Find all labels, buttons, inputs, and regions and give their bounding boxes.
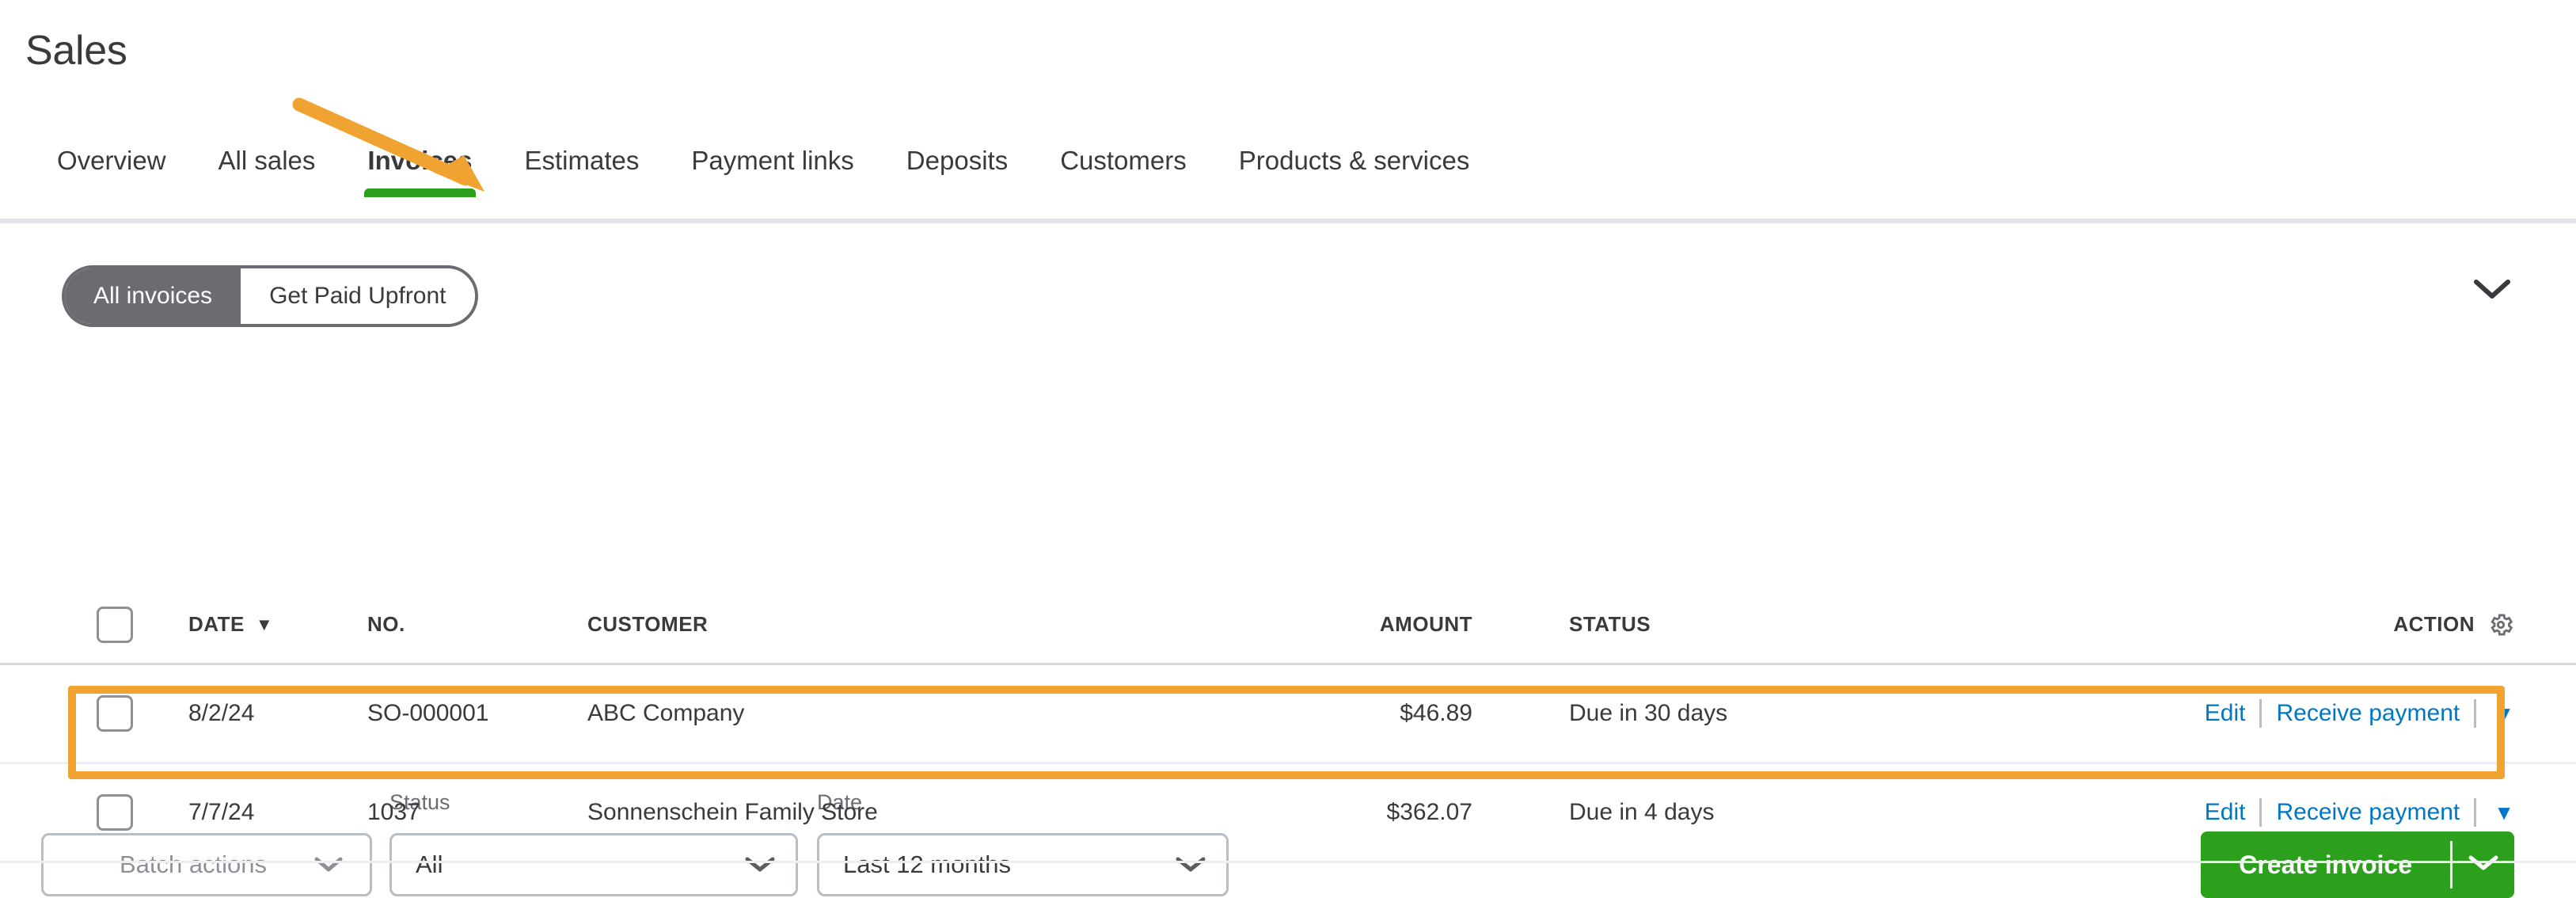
row-customer: ABC Company: [587, 700, 745, 726]
tab-products-services-label: Products & services: [1238, 146, 1470, 175]
column-header-customer[interactable]: CUSTOMER: [587, 612, 708, 637]
tab-payment-links-label: Payment links: [691, 146, 854, 175]
tab-all-sales-label: All sales: [218, 146, 316, 175]
row-actions: Edit Receive payment ▼: [2205, 798, 2514, 827]
tab-overview[interactable]: Overview: [57, 146, 166, 197]
column-header-customer-label: CUSTOMER: [587, 612, 709, 636]
page-title: Sales: [25, 28, 127, 74]
select-all-checkbox-cell: [97, 606, 133, 643]
tab-active-underline: [364, 188, 476, 198]
toggle-get-paid-upfront-label: Get Paid Upfront: [269, 283, 446, 309]
table-row[interactable]: 8/2/24 SO-000001 ABC Company $46.89 Due …: [0, 665, 2576, 764]
sales-tabbar: Overview All sales Invoices Estimates Pa…: [0, 146, 2576, 226]
edit-link[interactable]: Edit: [2205, 700, 2260, 727]
select-all-checkbox[interactable]: [97, 606, 133, 643]
row-actions: Edit Receive payment ▼: [2205, 699, 2514, 728]
toggle-get-paid-upfront[interactable]: Get Paid Upfront: [241, 268, 475, 324]
tab-overview-label: Overview: [57, 146, 166, 175]
row-amount: $362.07: [1386, 799, 1472, 825]
row-status: Due in 30 days: [1569, 700, 1728, 726]
row-action-dropdown-icon[interactable]: ▼: [2476, 802, 2514, 823]
row-date: 8/2/24: [188, 700, 255, 726]
column-header-no[interactable]: NO.: [367, 612, 405, 637]
row-customer: Sonnenschein Family Store: [587, 799, 878, 825]
tab-all-sales[interactable]: All sales: [218, 146, 316, 197]
tab-invoices-label: Invoices: [367, 146, 473, 175]
tab-deposits-label: Deposits: [906, 146, 1009, 175]
column-header-no-label: NO.: [367, 612, 405, 636]
row-status: Due in 4 days: [1569, 799, 1715, 825]
column-header-status-label: STATUS: [1569, 612, 1651, 636]
tab-estimates-label: Estimates: [524, 146, 640, 175]
table-row[interactable]: 7/7/24 1037 Sonnenschein Family Store $3…: [0, 764, 2576, 863]
row-select-checkbox[interactable]: [97, 794, 133, 831]
chevron-down-icon: [2474, 279, 2510, 305]
tab-payment-links[interactable]: Payment links: [691, 146, 853, 197]
tab-invoices[interactable]: Invoices: [364, 146, 476, 198]
tab-customers[interactable]: Customers: [1060, 146, 1187, 197]
receive-payment-link[interactable]: Receive payment: [2262, 799, 2474, 826]
tabbar-divider: [0, 219, 2576, 223]
toggle-all-invoices-label: All invoices: [93, 283, 213, 309]
column-header-date-label: DATE: [188, 612, 245, 636]
tab-products-services[interactable]: Products & services: [1239, 146, 1470, 197]
column-header-status[interactable]: STATUS: [1569, 612, 1651, 637]
column-header-action-label: ACTION: [2393, 612, 2475, 636]
receive-payment-link[interactable]: Receive payment: [2262, 700, 2474, 727]
row-action-dropdown-icon[interactable]: ▼: [2476, 703, 2514, 724]
toggle-all-invoices[interactable]: All invoices: [65, 268, 241, 324]
invoice-view-toggle: All invoices Get Paid Upfront: [62, 265, 478, 327]
row-checkbox-cell: [97, 794, 133, 831]
gear-icon[interactable]: [2487, 611, 2514, 638]
column-header-amount-label: AMOUNT: [1379, 612, 1472, 636]
sort-descending-icon: ▼: [255, 614, 274, 634]
row-date: 7/7/24: [188, 799, 255, 825]
column-header-amount[interactable]: AMOUNT: [1267, 612, 1472, 637]
tab-customers-label: Customers: [1060, 146, 1187, 175]
row-checkbox-cell: [97, 695, 133, 732]
column-header-date[interactable]: DATE ▼: [188, 612, 273, 637]
invoices-table: DATE ▼ NO. CUSTOMER AMOUNT STATUS ACTION: [0, 586, 2576, 863]
column-header-action: ACTION: [2393, 611, 2514, 638]
collapse-panel-button[interactable]: [2470, 269, 2514, 314]
row-invoice-number: SO-000001: [367, 700, 489, 726]
edit-link[interactable]: Edit: [2205, 799, 2260, 826]
tab-deposits[interactable]: Deposits: [906, 146, 1008, 197]
tab-estimates[interactable]: Estimates: [525, 146, 640, 197]
row-invoice-number: 1037: [367, 799, 420, 825]
row-select-checkbox[interactable]: [97, 695, 133, 732]
table-header-row: DATE ▼ NO. CUSTOMER AMOUNT STATUS ACTION: [0, 586, 2576, 665]
filter-bar: Status Date Batch actions All Last 12 mo…: [0, 388, 2576, 898]
row-amount: $46.89: [1400, 700, 1472, 726]
